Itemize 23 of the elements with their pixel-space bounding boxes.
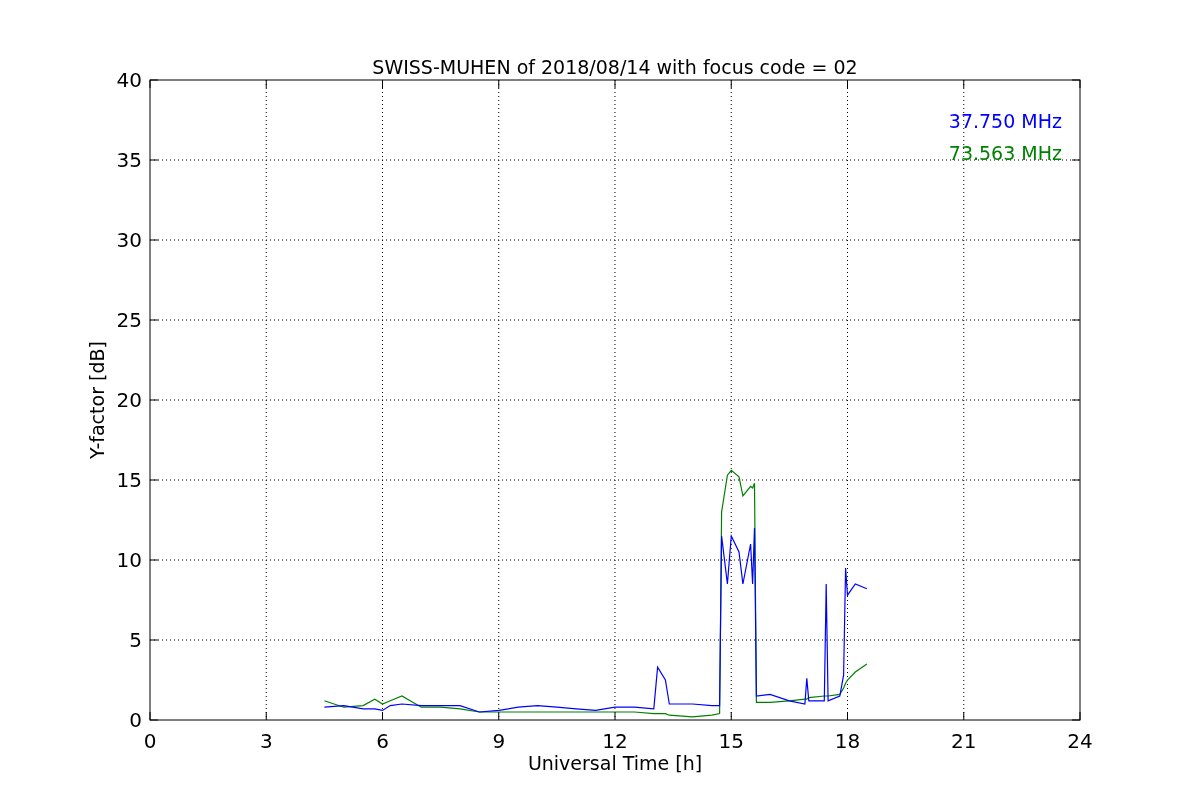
x-tick-label: 12: [602, 729, 628, 753]
x-tick-label: 0: [143, 729, 157, 753]
x-tick-label: 15: [718, 729, 744, 753]
x-tick-label: 24: [1067, 729, 1093, 753]
x-axis-label: Universal Time [h]: [527, 752, 703, 774]
x-tick-label: 18: [834, 729, 861, 753]
legend-label: 73.563 MHz: [948, 142, 1062, 164]
y-tick-label: 40: [116, 68, 142, 92]
y-tick-label: 5: [129, 628, 142, 652]
x-tick-label: 6: [376, 729, 389, 753]
y-tick-label: 20: [116, 388, 142, 412]
y-axis-label: Y-factor [dB]: [86, 341, 108, 459]
x-tick-label: 21: [951, 729, 977, 753]
y-tick-label: 10: [116, 548, 142, 572]
chart-title: SWISS-MUHEN of 2018/08/14 with focus code = 02: [372, 56, 858, 78]
legend-label: 37.750 MHz: [948, 110, 1062, 132]
y-tick-label: 15: [116, 468, 142, 492]
y-tick-label: 35: [116, 148, 142, 172]
y-tick-label: 0: [129, 708, 142, 732]
x-tick-label: 3: [259, 729, 273, 753]
y-tick-label: 30: [116, 228, 142, 252]
y-tick-label: 25: [116, 308, 142, 332]
x-tick-label: 9: [492, 729, 506, 753]
